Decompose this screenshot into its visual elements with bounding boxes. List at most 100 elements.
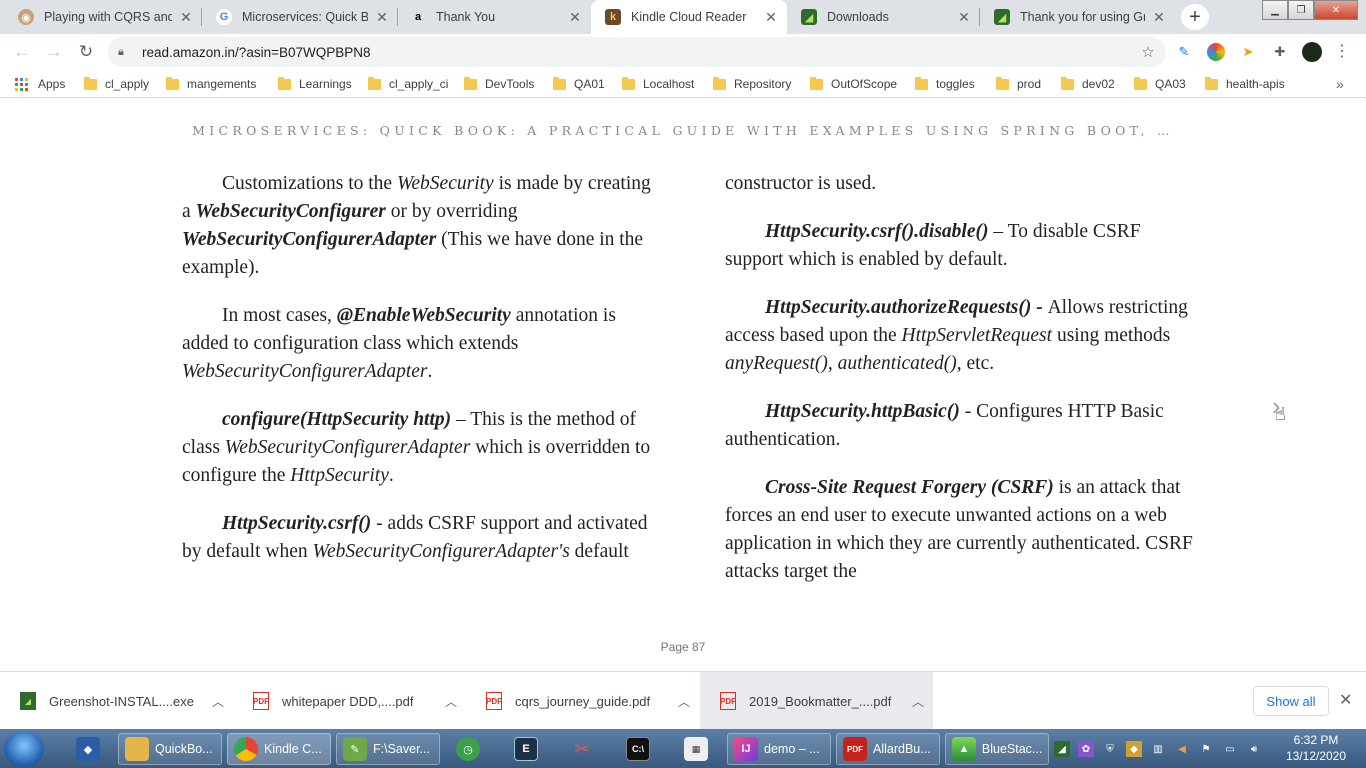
bookmark-label: Localhost	[643, 77, 695, 91]
tab-thank-you[interactable]: a Thank You ✕	[396, 0, 591, 34]
new-tab-button[interactable]: +	[1181, 4, 1209, 30]
greenshot-tray-icon[interactable]: ◢	[1054, 741, 1070, 757]
tray-app-icon[interactable]: ✿	[1078, 741, 1094, 757]
address-bar[interactable]: 🔒︎ read.amazon.in/?asin=B07WQPBPN8 ☆	[108, 37, 1166, 67]
download-item[interactable]: PDF cqrs_journey_guide.pdf ︿	[466, 672, 699, 730]
minimize-button[interactable]: ▁	[1262, 0, 1288, 20]
tab-title: Playing with CQRS and E	[44, 10, 172, 24]
chevron-up-icon[interactable]: ︿	[903, 693, 933, 710]
tab-cqrs[interactable]: ◉ Playing with CQRS and E ✕	[4, 0, 202, 34]
close-icon[interactable]: ✕	[956, 9, 972, 25]
bookmark-folder[interactable]: dev02	[1061, 75, 1115, 93]
extensions-puzzle-icon[interactable]: ✚	[1271, 43, 1289, 61]
bookmark-folder[interactable]: Localhost	[622, 75, 694, 93]
download-item[interactable]: ◢ Greenshot-INSTAL....exe ︿	[0, 672, 233, 730]
bookmark-folder[interactable]: cl_apply	[84, 75, 149, 93]
bookmark-folder[interactable]: prod	[996, 75, 1041, 93]
show-all-button[interactable]: Show all	[1253, 686, 1329, 716]
taskbar-window[interactable]: ▲ BlueStac...	[945, 733, 1049, 765]
tab-strip: ◉ Playing with CQRS and E ✕ G Microservi…	[0, 0, 1366, 34]
bookmarks-bar: Apps cl_apply mangements Learnings cl_ap…	[0, 70, 1366, 98]
bookmark-folder[interactable]: toggles	[915, 75, 975, 93]
taskbar-window[interactable]: QuickBo...	[118, 733, 222, 765]
flag-icon[interactable]: ⚑	[1198, 741, 1214, 757]
chart-tray-icon[interactable]: ▥	[1150, 741, 1166, 757]
folder-icon	[915, 76, 928, 90]
taskbar-window[interactable]: Kindle C...	[227, 733, 331, 765]
folder-icon	[84, 76, 97, 90]
bookmarks-overflow-button[interactable]: »	[1336, 76, 1344, 92]
close-icon[interactable]: ✕	[1339, 690, 1352, 710]
tray-app-icon[interactable]: ◆	[1126, 741, 1142, 757]
clock-time: 6:32 PM	[1293, 733, 1339, 747]
tab-microservices[interactable]: G Microservices: Quick Boo ✕	[202, 0, 398, 34]
bookmark-apps[interactable]: Apps	[15, 75, 65, 93]
chevron-up-icon[interactable]: ︿	[436, 693, 466, 710]
tab-kindle-cloud-reader[interactable]: k Kindle Cloud Reader ✕	[591, 0, 787, 34]
shield-icon[interactable]: ⛨	[1102, 741, 1118, 757]
taskbar-window[interactable]: IJ demo – ...	[727, 733, 831, 765]
bookmark-folder[interactable]: Learnings	[278, 75, 352, 93]
app-icon: ◆	[76, 737, 100, 761]
bookmark-folder[interactable]: health-apis	[1205, 75, 1285, 93]
close-icon[interactable]: ✕	[1151, 9, 1167, 25]
bookmark-label: dev02	[1082, 77, 1115, 91]
paragraph: HttpSecurity.authorizeRequests() - Allow…	[725, 297, 1188, 374]
bookmark-folder[interactable]: mangements	[166, 75, 256, 93]
bookmark-folder[interactable]: OutOfScope	[810, 75, 897, 93]
bookmark-folder[interactable]: Repository	[713, 75, 791, 93]
eyedropper-extension-icon[interactable]: ✎	[1175, 43, 1193, 61]
close-icon[interactable]: ✕	[374, 9, 390, 25]
speaker-icon[interactable]: 🔊︎	[1246, 741, 1262, 757]
back-button[interactable]: ←	[10, 40, 34, 64]
right-column: constructor is used. HttpSecurity.csrf()…	[725, 170, 1195, 606]
pdf-reader-icon: PDF	[843, 737, 867, 761]
taskbar-pinned-app[interactable]: ◷	[450, 733, 486, 765]
download-item[interactable]: PDF whitepaper DDD,....pdf ︿	[233, 672, 466, 730]
menu-dots-icon[interactable]: ⋮	[1334, 43, 1350, 61]
taskbar-pinned-app[interactable]: ▦	[678, 733, 714, 765]
forward-button[interactable]: →	[42, 40, 66, 64]
url-text[interactable]: read.amazon.in/?asin=B07WQPBPN8	[142, 45, 1136, 60]
taskbar-clock[interactable]: 6:32 PM 13/12/2020	[1276, 732, 1356, 764]
close-window-button[interactable]: ✕	[1314, 0, 1358, 20]
calendar-icon: ▦	[684, 737, 708, 761]
taskbar-pinned-app[interactable]: ✂	[564, 733, 600, 765]
close-icon[interactable]: ✕	[567, 9, 583, 25]
tab-downloads[interactable]: ◢ Downloads ✕	[787, 0, 980, 34]
bookmark-folder[interactable]: cl_apply_ci	[368, 75, 448, 93]
tab-title: Thank you for using Gre	[1020, 10, 1145, 24]
taskbar-pinned-app[interactable]: C:\	[620, 733, 656, 765]
bookmark-label: DevTools	[485, 77, 535, 91]
pdf-icon: PDF	[486, 692, 502, 710]
reload-button[interactable]: ↻	[74, 40, 98, 64]
display-icon[interactable]: ▭	[1222, 741, 1238, 757]
taskbar-pinned-app[interactable]: E	[508, 733, 544, 765]
bookmark-folder[interactable]: DevTools	[464, 75, 534, 93]
intellij-icon: IJ	[734, 737, 758, 761]
taskbar-pinned-app[interactable]: ◆	[70, 733, 106, 765]
close-icon[interactable]: ✕	[178, 9, 194, 25]
chevron-up-icon[interactable]: ︿	[669, 693, 699, 710]
folder-icon	[125, 737, 149, 761]
maximize-button[interactable]: ❐	[1288, 0, 1314, 20]
tab-thank-you-greenshot[interactable]: ◢ Thank you for using Gre ✕	[980, 0, 1175, 34]
folder-icon	[368, 76, 381, 90]
bookmark-folder[interactable]: QA03	[1134, 75, 1186, 93]
volume-icon[interactable]: ◀	[1174, 741, 1190, 757]
taskbar-window[interactable]: ✎ F:\Saver...	[336, 733, 440, 765]
start-button[interactable]	[4, 731, 44, 767]
folder-icon	[810, 76, 823, 90]
profile-avatar-icon[interactable]	[1302, 42, 1322, 62]
google-icon: G	[216, 9, 232, 25]
arrow-extension-icon[interactable]: ➤	[1239, 43, 1257, 61]
chevron-up-icon[interactable]: ︿	[203, 693, 233, 710]
bookmark-star-icon[interactable]: ☆	[1136, 43, 1160, 61]
close-icon[interactable]: ✕	[763, 9, 779, 25]
taskbar-window[interactable]: PDF AllardBu...	[836, 733, 940, 765]
system-tray: ◢ ✿ ⛨ ◆ ▥ ◀ ⚑ ▭ 🔊︎	[1054, 739, 1270, 759]
download-item[interactable]: PDF 2019_Bookmatter_....pdf ︿	[700, 672, 933, 730]
bookmark-folder[interactable]: QA01	[553, 75, 605, 93]
color-extension-icon[interactable]	[1207, 43, 1225, 61]
lock-icon: 🔒︎	[118, 45, 124, 58]
